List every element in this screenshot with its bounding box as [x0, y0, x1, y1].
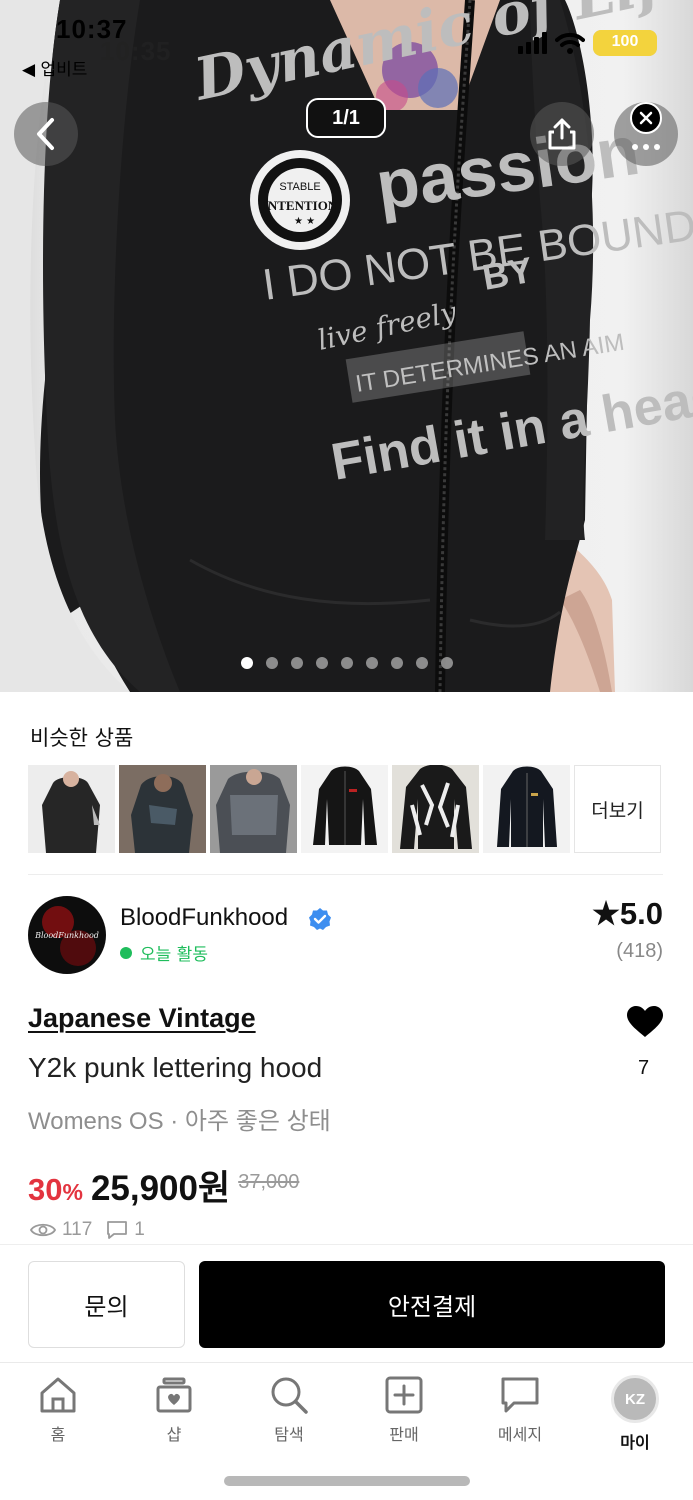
tab-my[interactable]: KZ 마이 [585, 1375, 685, 1453]
tab-label: 탐색 [274, 1425, 304, 1444]
search-icon [271, 1377, 308, 1414]
tab-label: 마이 [620, 1433, 650, 1452]
original-price: 37,000 [238, 1171, 300, 1193]
discount-percent-sign: % [62, 1179, 83, 1205]
home-indicator[interactable] [224, 1476, 470, 1486]
safe-payment-button[interactable]: 안전결제 [199, 1261, 665, 1348]
chevron-left-icon [37, 118, 54, 150]
tab-label: 홈 [50, 1425, 66, 1444]
similar-item[interactable] [301, 765, 388, 853]
similar-item[interactable] [119, 765, 206, 853]
tab-home[interactable]: 홈 [8, 1375, 108, 1445]
comment-count: 1 [134, 1219, 145, 1240]
tab-search[interactable]: 탐색 [239, 1375, 339, 1445]
back-button[interactable] [14, 102, 78, 166]
product-stats: 117 1 [30, 1219, 145, 1241]
close-icon [639, 111, 653, 125]
activity-label: 오늘 활동 [140, 945, 208, 965]
carousel-dots[interactable] [241, 657, 453, 669]
svg-text:BloodFunkhood: BloodFunkhood [34, 931, 99, 940]
product-brand-link[interactable]: Japanese Vintage [28, 1003, 256, 1034]
similar-products-list: 더보기 [28, 765, 661, 853]
battery-indicator: 100 [593, 30, 657, 56]
carousel-dot[interactable] [416, 657, 428, 669]
similar-item[interactable] [210, 765, 297, 853]
carousel-dot[interactable] [241, 657, 253, 669]
seller-review-count[interactable]: (418) [616, 940, 663, 963]
similar-item[interactable] [392, 765, 479, 853]
share-icon [548, 118, 576, 150]
tab-label: 판매 [389, 1425, 419, 1444]
carousel-dot[interactable] [316, 657, 328, 669]
carousel-dot[interactable] [266, 657, 278, 669]
tab-label: 메세지 [497, 1425, 543, 1444]
seller-avatar[interactable]: BloodFunkhood [28, 896, 106, 974]
battery-level: 100 [611, 33, 639, 50]
seller-rating[interactable]: ★5.0 [592, 896, 663, 932]
svg-text:INTENTION: INTENTION [263, 198, 338, 213]
carousel-dot[interactable] [391, 657, 403, 669]
seller-activity-status: 오늘 활동 [120, 940, 208, 965]
comment-icon [107, 1221, 128, 1239]
discount-rate: 30 [28, 1172, 63, 1207]
tab-shop[interactable]: 샵 [124, 1375, 224, 1445]
similar-products-title: 비슷한 상품 [30, 726, 134, 750]
like-count: 7 [638, 1057, 650, 1079]
seller-name[interactable]: BloodFunkhood [120, 904, 288, 932]
close-overlay-button[interactable] [630, 102, 662, 134]
online-dot [120, 946, 132, 959]
shop-icon [156, 1377, 192, 1413]
sale-price: 25,900원 [90, 1169, 231, 1208]
seal-badge: STABLE INTENTION ★ ★ [250, 150, 350, 250]
svg-text:★ ★: ★ ★ [294, 216, 315, 227]
tab-label: 샵 [166, 1425, 182, 1444]
eye-icon [30, 1223, 56, 1237]
svg-text:BY: BY [479, 249, 535, 298]
tab-messages[interactable]: 메세지 [470, 1375, 570, 1445]
wifi-icon [555, 32, 585, 54]
section-divider [28, 874, 663, 875]
carousel-dot[interactable] [441, 657, 453, 669]
purchase-action-bar: 문의 안전결제 [0, 1244, 693, 1364]
home-icon [40, 1377, 76, 1413]
see-more-button[interactable]: 더보기 [574, 765, 661, 853]
similar-item[interactable] [28, 765, 115, 853]
product-photo[interactable]: Dynamic of Life passion I DO NOT BE BOUN… [0, 0, 693, 692]
product-title: Y2k punk lettering hood [28, 1052, 323, 1083]
profile-icon: KZ [611, 1375, 659, 1423]
price-row: 30 % 25,900원 37,000 [28, 1160, 299, 1211]
share-button[interactable] [530, 102, 594, 166]
carousel-dot[interactable] [341, 657, 353, 669]
carousel-dot[interactable] [366, 657, 378, 669]
verified-badge-icon [309, 908, 331, 930]
svg-text:STABLE: STABLE [279, 181, 320, 193]
inquiry-button[interactable]: 문의 [28, 1261, 185, 1348]
heart-icon[interactable] [626, 1005, 664, 1039]
cellular-signal-icon [518, 32, 547, 54]
similar-item[interactable] [483, 765, 570, 853]
view-count: 117 [62, 1219, 93, 1240]
tab-sell[interactable]: 판매 [354, 1375, 454, 1445]
more-dots-icon [632, 144, 660, 150]
carousel-dot[interactable] [291, 657, 303, 669]
product-meta: Womens OS · 아주 좋은 상태 [28, 1108, 331, 1135]
status-time-ghost: 10:35 [100, 36, 172, 66]
status-indicators: 100 [518, 30, 657, 56]
back-to-app-link[interactable]: ◀ 업비트 [22, 55, 87, 80]
image-counter: 1/1 [306, 98, 386, 138]
plus-square-icon [385, 1376, 423, 1414]
chat-icon [501, 1377, 539, 1413]
